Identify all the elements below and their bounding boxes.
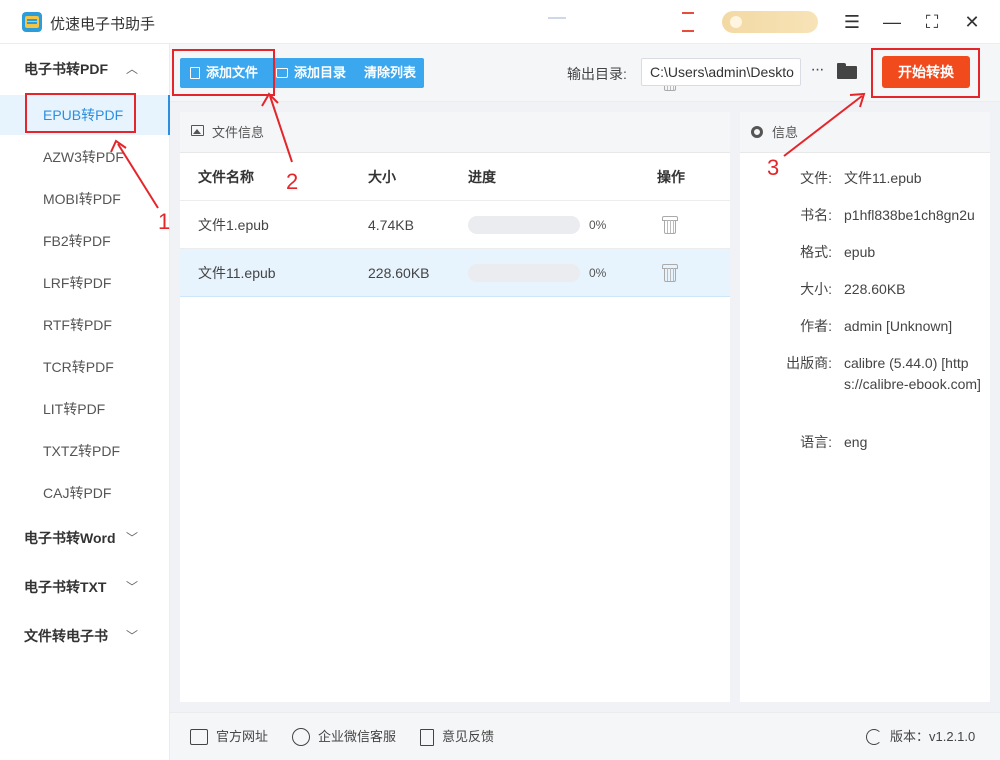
menu-icon[interactable]: ☰ [838, 8, 866, 36]
website-link[interactable]: 官方网址 [190, 713, 268, 760]
sidebar-group-ebook-to-pdf[interactable]: 电子书转PDF ︿ [0, 49, 170, 89]
footer: 官方网址 企业微信客服 意见反馈 版本：v1.2.1.0 [170, 712, 1000, 760]
output-dir-label: 输出目录: [567, 66, 627, 82]
file-name: 文件1.epub [198, 217, 269, 233]
sidebar-item-txtz-to-pdf[interactable]: TXTZ转PDF [0, 431, 169, 471]
chevron-down-icon: ﹀ [126, 580, 139, 594]
annotation-number-1: 1 [158, 209, 171, 234]
chevron-down-icon: ﹀ [126, 629, 139, 643]
sidebar-item-mobi-to-pdf[interactable]: MOBI转PDF [0, 179, 169, 219]
progress-bar [468, 216, 580, 234]
sidebar-group-ebook-to-txt[interactable]: 电子书转TXT ﹀ [0, 567, 170, 607]
output-dir-field[interactable]: C:\Users\admin\Deskto [641, 58, 801, 86]
file-name: 文件11.epub [198, 265, 276, 281]
refresh-icon [866, 729, 882, 745]
sidebar-group-label: 电子书转Word [24, 530, 116, 546]
title-decoration-red [682, 12, 694, 32]
image-icon [191, 125, 204, 136]
column-action: 操作 [657, 169, 685, 185]
column-progress: 进度 [468, 169, 496, 185]
file-info-panel: 文件信息 文件名称 大小 进度 操作 文件1.epub 4.74KB 0% 文件… [180, 112, 730, 702]
annotation-box-2 [172, 49, 275, 96]
sidebar-item-caj-to-pdf[interactable]: CAJ转PDF [0, 473, 169, 513]
annotation-box-1 [25, 93, 136, 133]
maximize-icon[interactable]: ⛶ [918, 8, 946, 36]
feedback-icon [420, 728, 434, 746]
add-folder-button[interactable]: 添加目录 [266, 58, 354, 88]
table-row[interactable]: 文件11.epub 228.60KB 0% [180, 249, 730, 297]
progress-bar [468, 264, 580, 282]
chevron-up-icon: ︿ [126, 62, 139, 76]
annotation-box-3 [871, 48, 980, 98]
folder-icon [276, 68, 289, 78]
title-decoration [548, 17, 566, 19]
sidebar-group-file-to-ebook[interactable]: 文件转电子书 ﹀ [0, 616, 170, 656]
sidebar-group-label: 文件转电子书 [24, 628, 108, 644]
feedback-link[interactable]: 意见反馈 [420, 713, 494, 760]
app-logo-icon [22, 12, 42, 32]
title-bar: 优速电子书助手 ☰ — ⛶ ✕ [0, 0, 1000, 44]
sidebar-item-lrf-to-pdf[interactable]: LRF转PDF [0, 263, 169, 303]
annotation-number-3: 3 [767, 155, 780, 180]
delete-icon[interactable] [662, 264, 678, 282]
sidebar-item-rtf-to-pdf[interactable]: RTF转PDF [0, 305, 169, 345]
more-options-button[interactable]: ··· [806, 59, 828, 85]
chat-icon [292, 728, 310, 746]
sidebar-item-azw3-to-pdf[interactable]: AZW3转PDF [0, 137, 169, 177]
wechat-support-link[interactable]: 企业微信客服 [292, 713, 396, 760]
sidebar-group-label: 电子书转PDF [24, 61, 108, 77]
sidebar-group-ebook-to-word[interactable]: 电子书转Word ﹀ [0, 518, 170, 558]
sidebar-group-label: 电子书转TXT [24, 579, 107, 595]
annotation-number-2: 2 [286, 169, 299, 194]
vip-badge[interactable] [722, 11, 818, 33]
table-row[interactable]: 文件1.epub 4.74KB 0% [180, 201, 730, 249]
clear-list-button[interactable]: 清除列表 [354, 58, 678, 91]
progress-text: 0% [589, 218, 607, 232]
sidebar-item-lit-to-pdf[interactable]: LIT转PDF [0, 389, 169, 429]
close-icon[interactable]: ✕ [958, 8, 986, 36]
sidebar-item-fb2-to-pdf[interactable]: FB2转PDF [0, 221, 169, 261]
minimize-icon[interactable]: — [878, 8, 906, 36]
chevron-down-icon: ﹀ [126, 531, 139, 545]
column-name: 文件名称 [198, 169, 254, 185]
delete-icon[interactable] [662, 216, 678, 234]
progress-text: 0% [589, 266, 607, 280]
open-folder-icon[interactable] [837, 63, 857, 79]
version-info[interactable]: 版本：v1.2.1.0 [866, 713, 975, 760]
column-size: 大小 [368, 169, 396, 185]
info-panel: 信息 文件: 文件11.epub 书名: p1hfl838be1ch8gn2u … [740, 112, 990, 702]
file-size: 228.60KB [368, 265, 430, 281]
file-panel-header: 文件信息 [180, 112, 730, 153]
app-title: 优速电子书助手 [50, 16, 156, 33]
sidebar: 电子书转PDF ︿ EPUB转PDF AZW3转PDF MOBI转PDF FB2… [0, 44, 170, 760]
file-size: 4.74KB [368, 217, 414, 233]
gear-icon [751, 126, 763, 138]
sidebar-item-tcr-to-pdf[interactable]: TCR转PDF [0, 347, 169, 387]
info-panel-header: 信息 [740, 112, 990, 153]
table-header: 文件名称 大小 进度 操作 [180, 153, 730, 201]
website-icon [190, 729, 208, 745]
